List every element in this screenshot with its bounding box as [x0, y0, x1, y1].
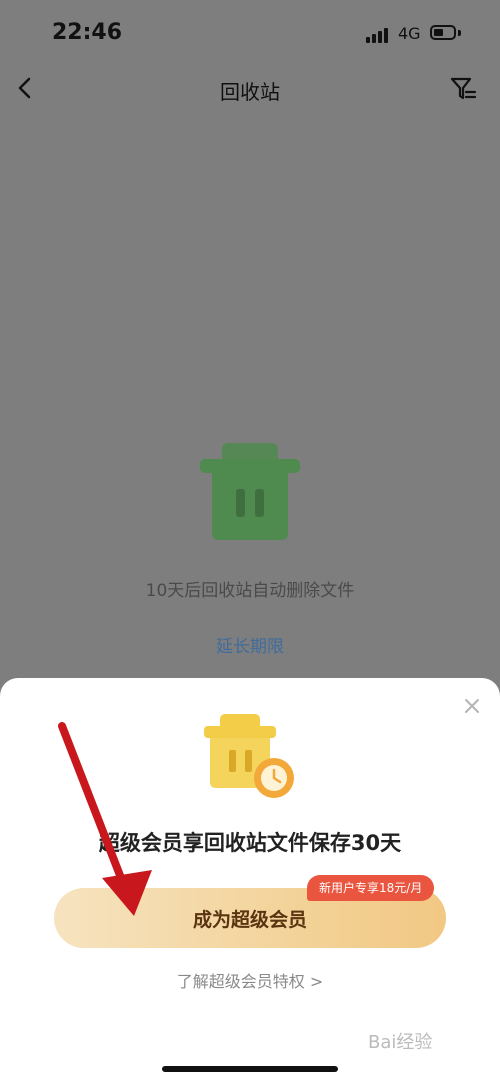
- screen: 22:46 4G 回收站 10天后回收站自动删除文件 延长期限 超级会员享回收站…: [0, 0, 500, 1083]
- filter-icon[interactable]: [448, 74, 478, 104]
- signal-icon: [366, 28, 388, 43]
- close-icon[interactable]: [462, 696, 482, 716]
- auto-delete-message: 10天后回收站自动删除文件: [145, 581, 355, 601]
- status-time: 22:46: [52, 20, 123, 45]
- annotation-arrow: [58, 722, 152, 916]
- battery-icon: [430, 25, 456, 40]
- learn-vip-privileges-link[interactable]: 了解超级会员特权 >: [0, 968, 500, 992]
- network-label: 4G: [398, 24, 421, 43]
- extend-period-link[interactable]: 延长期限: [0, 632, 500, 657]
- page-title: 回收站: [220, 80, 280, 104]
- promo-badge: 新用户专享18元/月: [307, 875, 435, 901]
- watermark: Bai经验: [368, 1032, 433, 1053]
- become-vip-button-label: 成为超级会员: [192, 908, 307, 931]
- home-indicator: [162, 1066, 338, 1072]
- battery-tip: [458, 30, 461, 36]
- trash-icon: [200, 443, 300, 540]
- trash-clock-icon: [204, 714, 294, 798]
